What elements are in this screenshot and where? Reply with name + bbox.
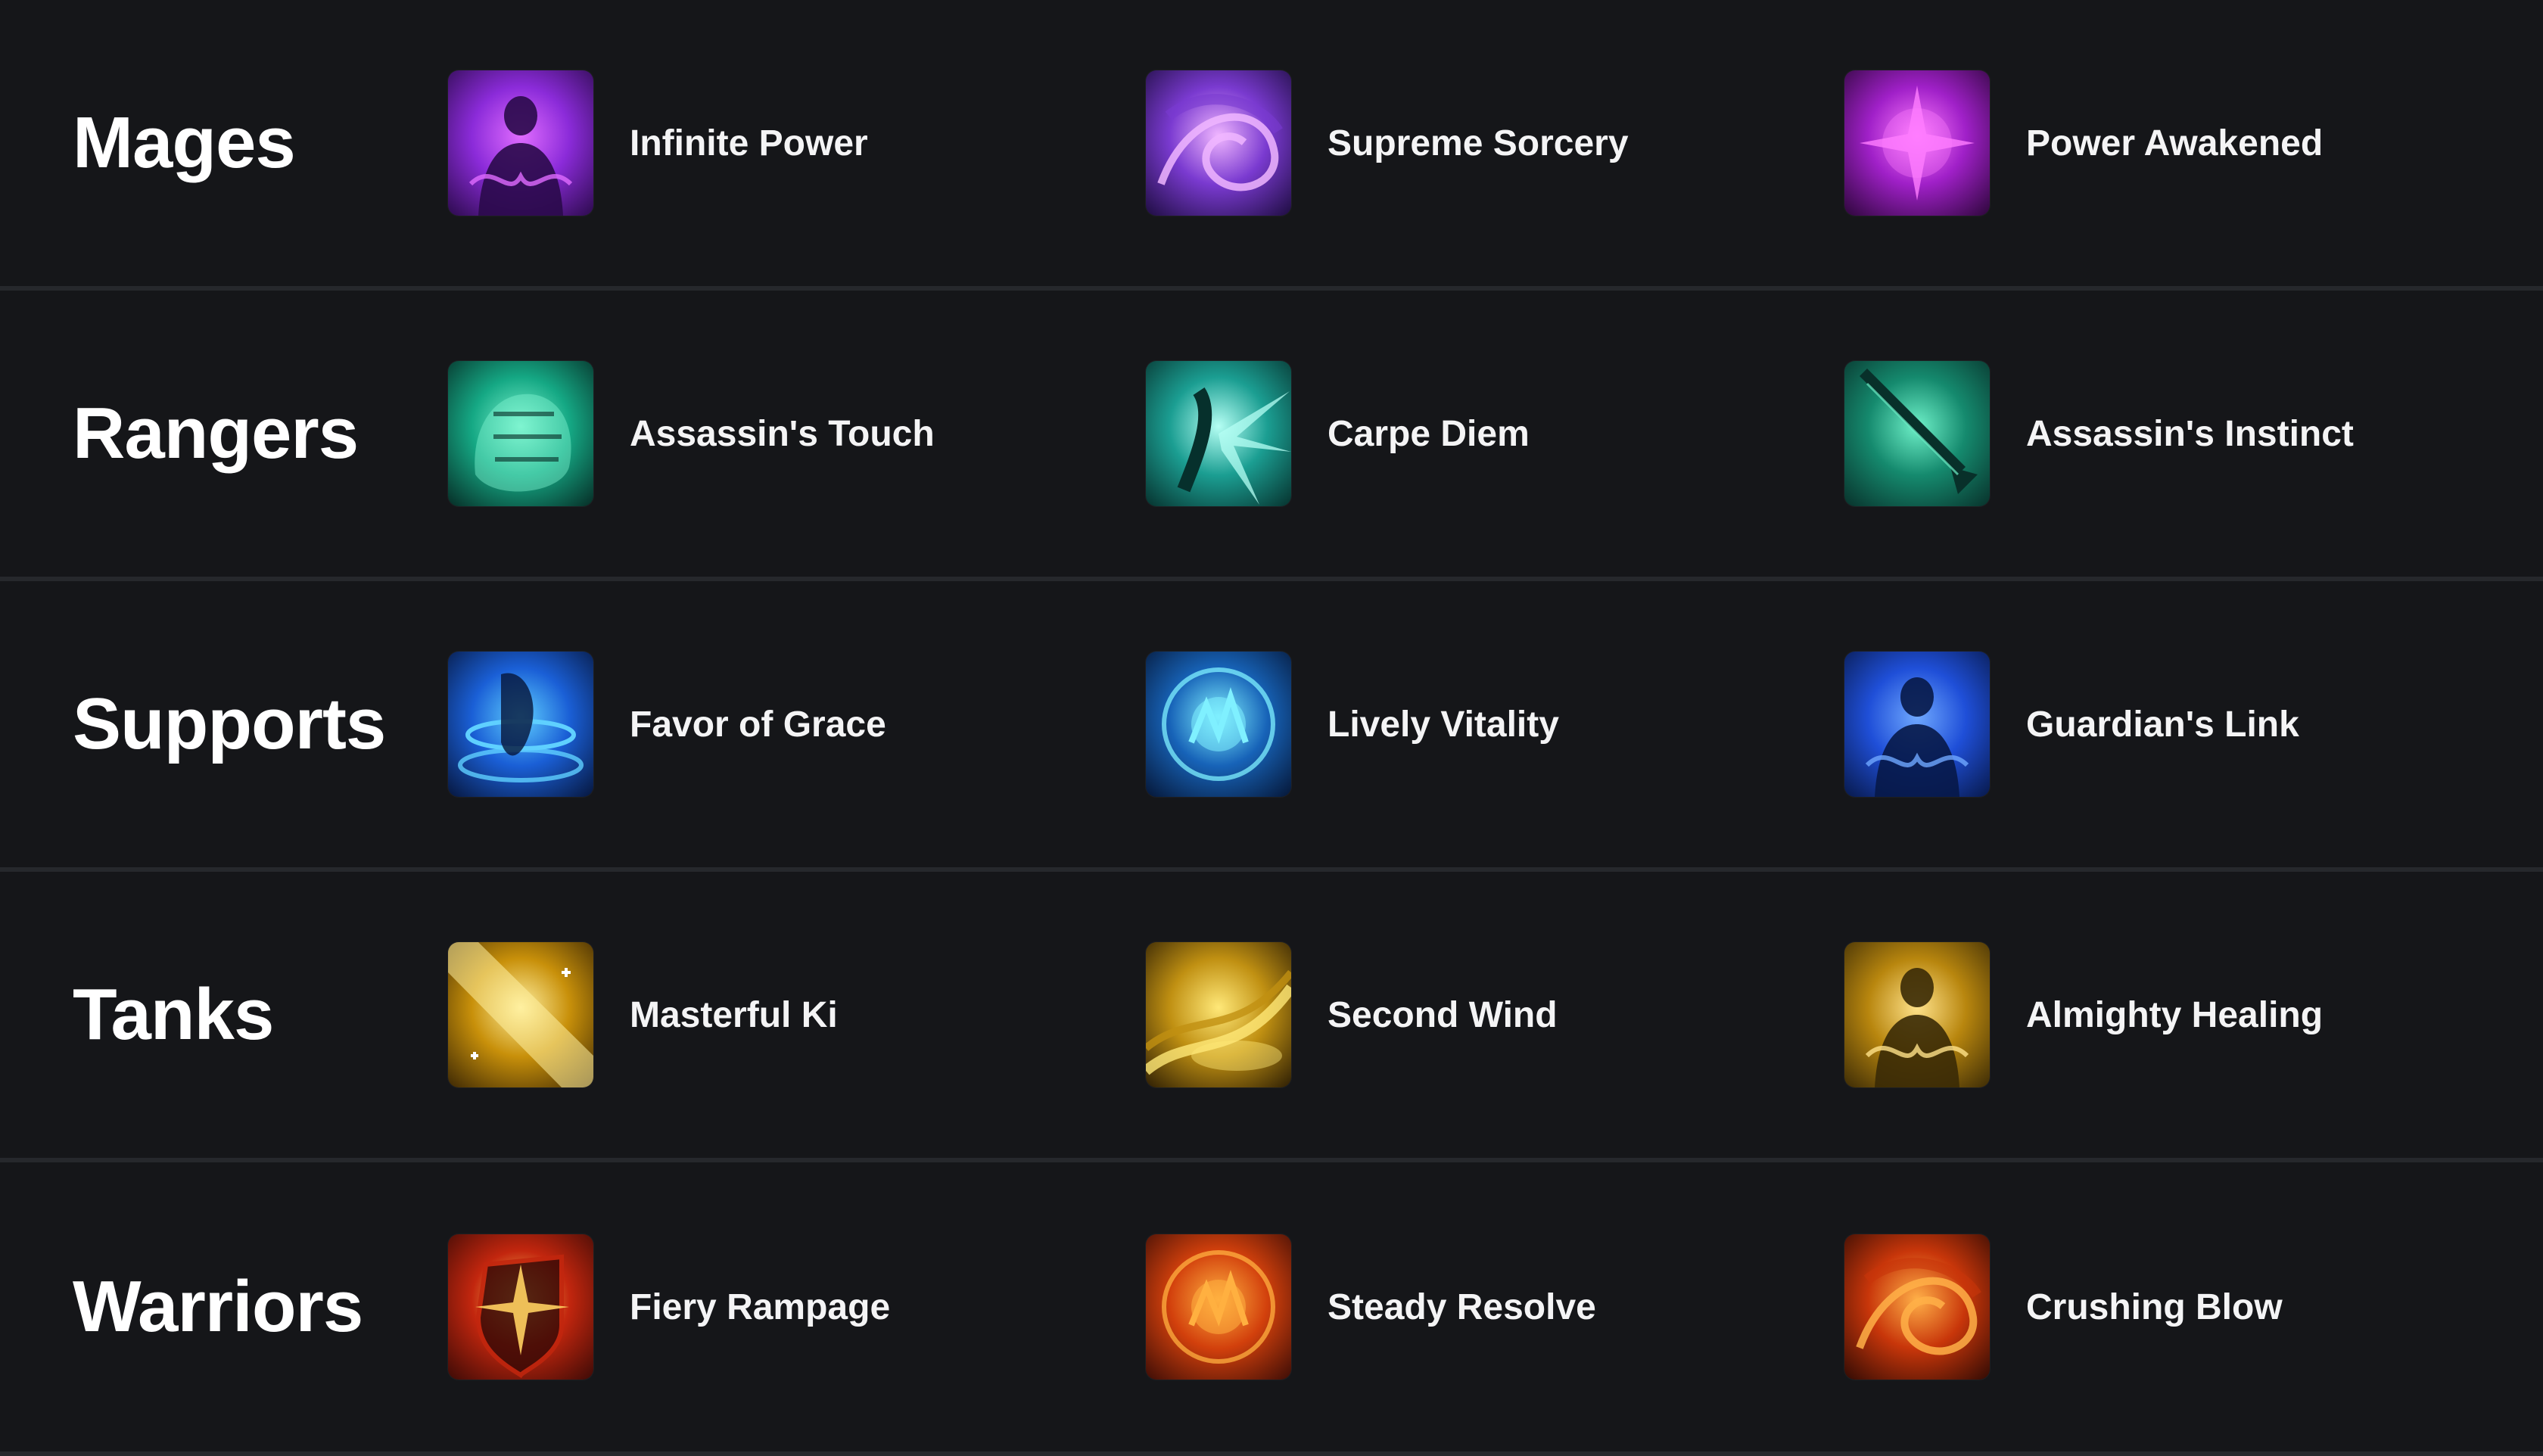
carpe-diem-icon-art: [1146, 361, 1291, 506]
carpe-diem-icon: [1146, 361, 1291, 506]
class-name: Warriors: [73, 1266, 363, 1347]
perk-label: Masterful Ki: [630, 994, 838, 1035]
perk-label: Supreme Sorcery: [1328, 123, 1629, 163]
perk-assassins-touch[interactable]: Assassin's Touch: [448, 361, 935, 506]
assassins-instinct-icon-art: [1844, 361, 1990, 506]
infinite-power-icon-art: [448, 70, 593, 216]
perk-label: Steady Resolve: [1328, 1286, 1596, 1327]
almighty-healing-icon-art: [1844, 942, 1990, 1087]
class-name: Rangers: [73, 393, 359, 474]
supreme-sorcery-icon-art: [1146, 70, 1291, 216]
perk-label: Carpe Diem: [1328, 413, 1530, 454]
steady-resolve-icon: [1146, 1234, 1291, 1380]
power-awakened-icon: [1844, 70, 1990, 216]
supreme-sorcery-icon: [1146, 70, 1291, 216]
power-awakened-icon-art: [1844, 70, 1990, 216]
perk-carpe-diem[interactable]: Carpe Diem: [1146, 361, 1530, 506]
perk-crushing-blow[interactable]: Crushing Blow: [1844, 1234, 2283, 1380]
assassins-touch-icon: [448, 361, 593, 506]
masterful-ki-icon: [448, 942, 593, 1087]
almighty-healing-icon: [1844, 942, 1990, 1087]
perk-almighty-healing[interactable]: Almighty Healing: [1844, 942, 2323, 1087]
perk-steady-resolve[interactable]: Steady Resolve: [1146, 1234, 1596, 1380]
perk-label: Guardian's Link: [2026, 704, 2299, 745]
class-name: Mages: [73, 102, 296, 183]
perk-label: Power Awakened: [2026, 123, 2324, 163]
perk-label: Almighty Healing: [2026, 994, 2324, 1035]
class-row-tanks: Tanks Masterful Ki Second Wind Almighty …: [0, 872, 2543, 1162]
perks-board: Mages Infinite Power Supreme Sorcery Pow…: [0, 0, 2543, 1456]
lively-vitality-icon-art: [1146, 652, 1291, 797]
fiery-rampage-icon: [448, 1234, 593, 1380]
class-name: Tanks: [73, 974, 274, 1055]
infinite-power-icon: [448, 70, 593, 216]
class-row-rangers: Rangers Assassin's Touch Carpe Diem Assa…: [0, 291, 2543, 581]
lively-vitality-icon: [1146, 652, 1291, 797]
guardians-link-icon-art: [1844, 652, 1990, 797]
masterful-ki-icon-art: [448, 942, 593, 1087]
perk-assassins-instinct[interactable]: Assassin's Instinct: [1844, 361, 2354, 506]
crushing-blow-icon: [1844, 1234, 1990, 1380]
class-name: Supports: [73, 683, 386, 764]
crushing-blow-icon-art: [1844, 1234, 1990, 1380]
favor-of-grace-icon: [448, 652, 593, 797]
class-row-supports: Supports Favor of Grace Lively Vitality …: [0, 581, 2543, 872]
perk-infinite-power[interactable]: Infinite Power: [448, 70, 868, 216]
perk-label: Infinite Power: [630, 123, 868, 163]
fiery-rampage-icon-art: [448, 1234, 593, 1380]
perk-fiery-rampage[interactable]: Fiery Rampage: [448, 1234, 890, 1380]
perk-label: Favor of Grace: [630, 704, 886, 745]
guardians-link-icon: [1844, 652, 1990, 797]
perk-label: Crushing Blow: [2026, 1286, 2283, 1327]
perk-label: Assassin's Touch: [630, 413, 935, 454]
perk-label: Lively Vitality: [1328, 704, 1559, 745]
perk-label: Second Wind: [1328, 994, 1558, 1035]
favor-of-grace-icon-art: [448, 652, 593, 797]
perk-label: Assassin's Instinct: [2026, 413, 2354, 454]
second-wind-icon: [1146, 942, 1291, 1087]
perk-label: Fiery Rampage: [630, 1286, 891, 1327]
perk-second-wind[interactable]: Second Wind: [1146, 942, 1558, 1087]
perk-guardians-link[interactable]: Guardian's Link: [1844, 652, 2299, 797]
perk-supreme-sorcery[interactable]: Supreme Sorcery: [1146, 70, 1629, 216]
steady-resolve-icon-art: [1146, 1234, 1291, 1380]
perk-lively-vitality[interactable]: Lively Vitality: [1146, 652, 1559, 797]
perk-power-awakened[interactable]: Power Awakened: [1844, 70, 2323, 216]
perk-favor-of-grace[interactable]: Favor of Grace: [448, 652, 886, 797]
class-row-mages: Mages Infinite Power Supreme Sorcery Pow…: [0, 0, 2543, 291]
assassins-instinct-icon: [1844, 361, 1990, 506]
assassins-touch-icon-art: [448, 361, 593, 506]
perk-masterful-ki[interactable]: Masterful Ki: [448, 942, 838, 1087]
class-row-warriors: Warriors Fiery Rampage Steady Resolve Cr…: [0, 1162, 2543, 1456]
second-wind-icon-art: [1146, 942, 1291, 1087]
